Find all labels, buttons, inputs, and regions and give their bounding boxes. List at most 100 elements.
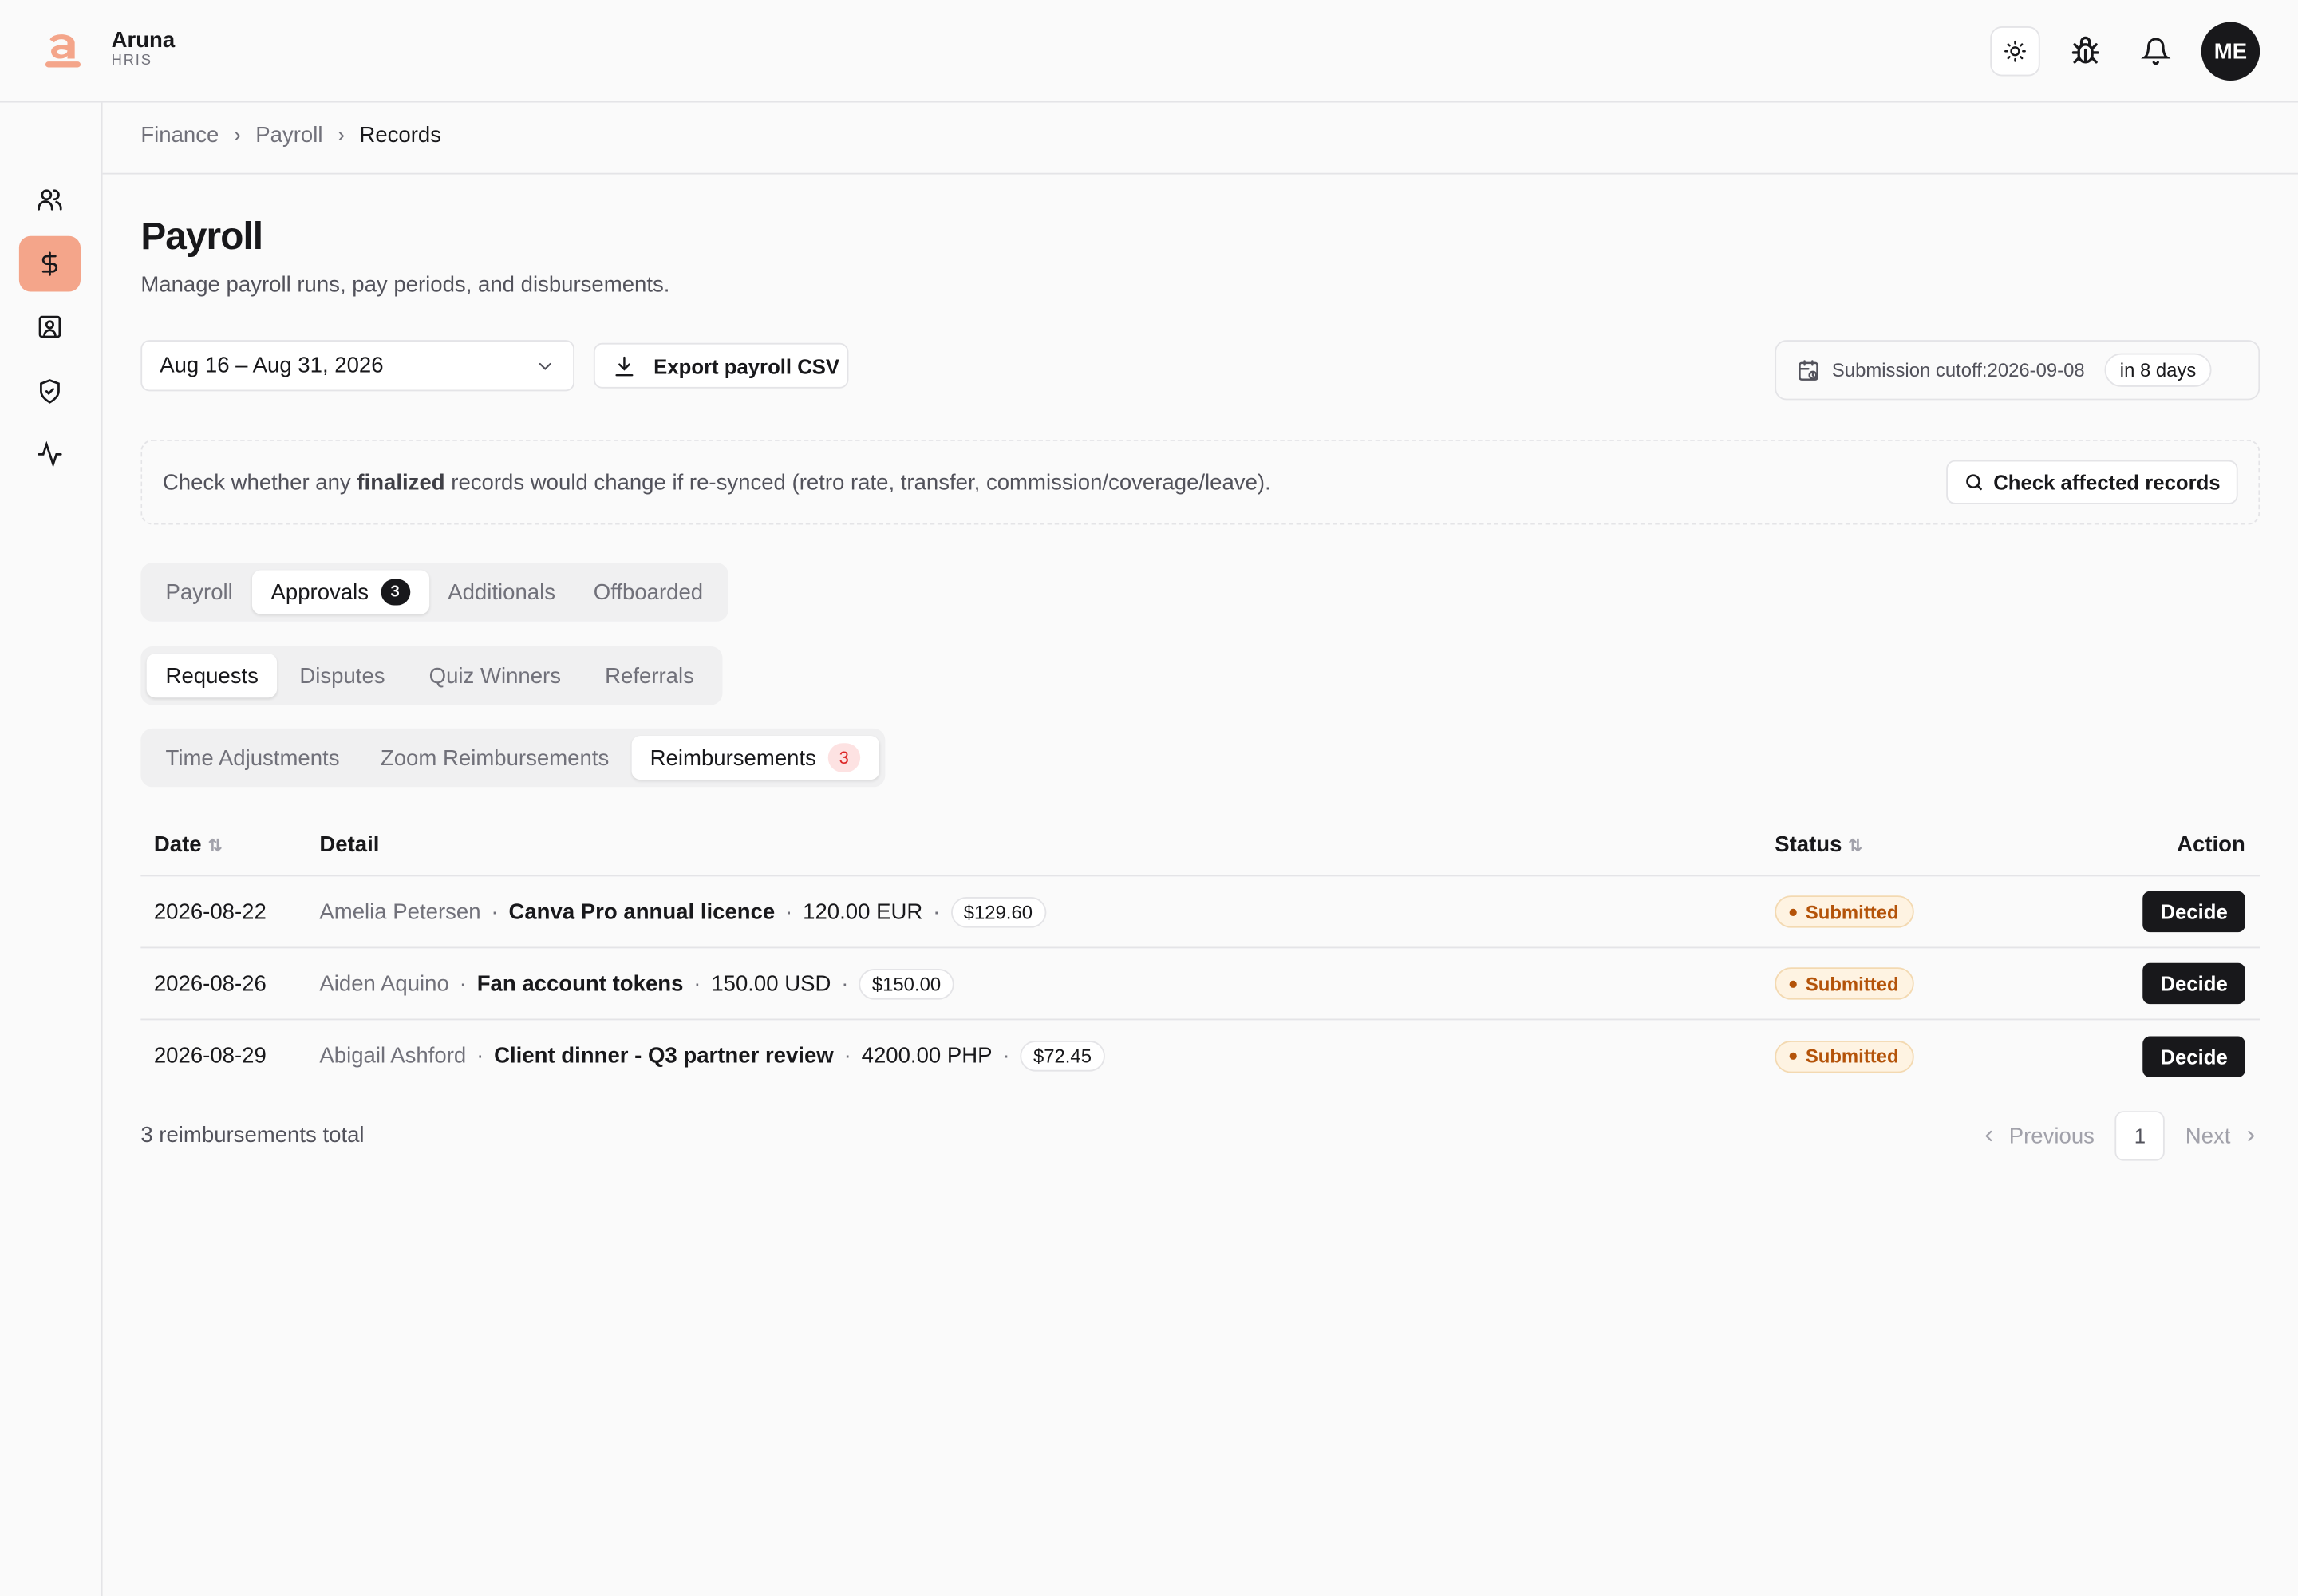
sidebar	[0, 102, 103, 1596]
shield-check-icon	[40, 379, 60, 404]
tab-reimbursements[interactable]: Reimbursements 3	[630, 736, 879, 780]
sidebar-item-finance[interactable]	[18, 235, 81, 292]
converted-amount-badge: $150.00	[859, 968, 954, 999]
dollar-icon	[41, 251, 58, 276]
submission-cutoff: Submission cutoff:2026-09-08 in 8 days	[1775, 340, 2260, 401]
status-badge: Submitted	[1775, 967, 1913, 1000]
request-type-tabs: Time Adjustments Zoom Reimbursements Rei…	[140, 728, 886, 788]
sidebar-item-activity[interactable]	[19, 426, 81, 482]
chevron-left-icon	[1984, 1130, 1992, 1142]
app: Aruna HRIS ME Finance › Payroll › Record…	[0, 0, 2298, 1596]
page-title: Payroll	[140, 214, 263, 259]
sidebar-item-security[interactable]	[19, 364, 81, 420]
bell-icon	[2141, 38, 2171, 65]
converted-amount-badge: $129.60	[950, 896, 1046, 927]
table-row: 2026-08-26 Aiden Aquino · Fan account to…	[140, 948, 2260, 1021]
tab-quiz-winners[interactable]: Quiz Winners	[407, 654, 582, 697]
detail-column-header: Detail	[319, 832, 380, 858]
tab-payroll[interactable]: Payroll	[147, 570, 252, 614]
tab-disputes[interactable]: Disputes	[278, 654, 407, 697]
breadcrumb-finance[interactable]: Finance	[140, 123, 219, 148]
user-avatar[interactable]: ME	[2201, 22, 2260, 81]
aruna-logo-icon	[45, 34, 81, 68]
chevron-right-icon	[2248, 1130, 2255, 1142]
theme-toggle-button[interactable]	[1990, 26, 2040, 77]
employee-name: Amelia Petersen	[319, 899, 481, 925]
row-detail: Abigail Ashford · Client dinner - Q3 par…	[319, 1041, 1775, 1072]
decide-button[interactable]: Decide	[2142, 891, 2245, 933]
status-column-header[interactable]: Status ⇅	[1775, 832, 2111, 857]
row-detail: Aiden Aquino · Fan account tokens · 150.…	[319, 968, 1775, 999]
date-column-header[interactable]: Date ⇅	[140, 832, 319, 857]
reimbursements-table: Date ⇅ Detail Status ⇅ Action 2026-08-22…	[140, 815, 2260, 1092]
brand-name: Aruna	[111, 26, 176, 53]
contact-card-icon	[38, 315, 61, 338]
converted-amount-badge: $72.45	[1020, 1041, 1105, 1072]
next-page-button[interactable]: Next	[2185, 1124, 2260, 1148]
cutoff-remaining-badge: in 8 days	[2105, 353, 2211, 387]
chevron-down-icon	[539, 361, 551, 369]
tab-zoom-reimbursements[interactable]: Zoom Reimbursements	[358, 736, 630, 780]
top-bar: Aruna HRIS ME	[0, 0, 2298, 103]
table-header: Date ⇅ Detail Status ⇅ Action	[140, 815, 2260, 877]
row-detail: Amelia Petersen · Canva Pro annual licen…	[319, 896, 1775, 927]
tab-requests[interactable]: Requests	[146, 654, 278, 698]
pay-period-value: Aug 16 – Aug 31, 2026	[160, 353, 384, 378]
previous-page-button[interactable]: Previous	[1980, 1124, 2095, 1148]
records-total: 3 reimbursements total	[140, 1122, 365, 1148]
page-subtitle: Manage payroll runs, pay periods, and di…	[140, 272, 670, 298]
calendar-clock-icon	[1799, 359, 1818, 381]
table-row: 2026-08-22 Amelia Petersen · Canva Pro a…	[140, 876, 2260, 949]
reimbursement-title: Canva Pro annual licence	[508, 899, 776, 925]
original-amount: 120.00 EUR	[803, 899, 923, 925]
sort-icon: ⇅	[207, 835, 223, 856]
activity-icon	[38, 440, 62, 468]
approval-type-tabs: Requests Disputes Quiz Winners Referrals	[140, 646, 722, 705]
download-icon	[615, 356, 634, 376]
sidebar-item-people[interactable]	[19, 172, 81, 227]
report-bug-button[interactable]	[2060, 26, 2110, 76]
approvals-count-badge: 3	[380, 579, 410, 606]
main-tabs: Payroll Approvals 3 Additionals Offboarde…	[140, 563, 728, 622]
bug-icon	[2071, 36, 2099, 64]
row-date: 2026-08-29	[153, 1043, 267, 1069]
original-amount: 150.00 USD	[711, 970, 831, 997]
table-row: 2026-08-29 Abigail Ashford · Client dinn…	[140, 1020, 2260, 1092]
row-date: 2026-08-22	[153, 899, 267, 925]
reimbursements-count-badge: 3	[827, 743, 860, 772]
cutoff-label: Submission cutoff:	[1831, 358, 1988, 381]
chevron-right-icon: ›	[337, 123, 345, 148]
breadcrumb-payroll[interactable]: Payroll	[255, 123, 322, 148]
brand[interactable]: Aruna HRIS	[41, 26, 175, 70]
users-icon	[38, 189, 62, 211]
tab-referrals[interactable]: Referrals	[583, 654, 717, 697]
reimbursement-title: Client dinner - Q3 partner review	[494, 1043, 834, 1069]
sidebar-item-directory[interactable]	[19, 299, 81, 355]
brand-subtitle: HRIS	[111, 52, 152, 69]
pay-period-select[interactable]: Aug 16 – Aug 31, 2026	[140, 340, 574, 392]
tab-additionals[interactable]: Additionals	[428, 570, 574, 614]
tab-time-adjustments[interactable]: Time Adjustments	[147, 736, 359, 780]
top-actions: ME	[1990, 22, 2260, 81]
sun-icon	[2004, 40, 2026, 62]
employee-name: Abigail Ashford	[319, 1043, 467, 1069]
page-number-button[interactable]: 1	[2114, 1111, 2166, 1161]
pagination: Previous 1 Next	[1980, 1111, 2260, 1161]
notifications-button[interactable]	[2131, 26, 2181, 76]
breadcrumb-records: Records	[359, 123, 442, 148]
export-csv-label: Export payroll CSV	[653, 354, 840, 377]
decide-button[interactable]: Decide	[2142, 962, 2245, 1005]
breadcrumb: Finance › Payroll › Records	[140, 123, 441, 148]
resync-check-banner: Check whether any finalized records woul…	[140, 440, 2260, 525]
cutoff-date: 2026-09-08	[1987, 358, 2085, 381]
check-affected-records-button[interactable]: Check affected records	[1946, 460, 2238, 504]
tab-approvals[interactable]: Approvals 3	[251, 570, 429, 614]
tab-offboarded[interactable]: Offboarded	[574, 570, 722, 614]
employee-name: Aiden Aquino	[319, 970, 449, 997]
decide-button[interactable]: Decide	[2142, 1035, 2245, 1077]
breadcrumb-divider	[102, 172, 2298, 175]
reimbursement-title: Fan account tokens	[476, 970, 684, 997]
export-csv-button[interactable]: Export payroll CSV	[593, 342, 849, 389]
resync-check-text: Check whether any finalized records woul…	[162, 469, 1271, 495]
status-badge: Submitted	[1775, 895, 1913, 928]
